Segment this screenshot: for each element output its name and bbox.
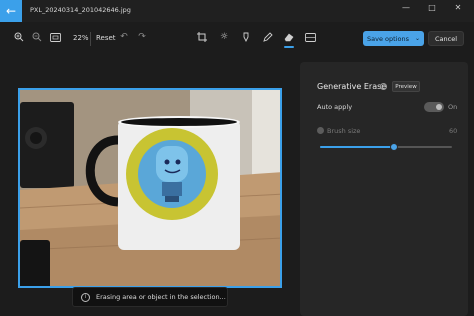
toolbar-divider — [90, 32, 91, 46]
back-button[interactable]: ← — [0, 0, 22, 22]
save-options-button[interactable]: Save options ⌄ — [363, 31, 424, 46]
fit-to-window-button[interactable] — [49, 31, 61, 43]
generative-erase-panel — [300, 62, 468, 316]
redo-icon: ↷ — [138, 32, 146, 42]
save-options-label: Save options — [367, 34, 409, 43]
background-tool-button[interactable] — [304, 31, 316, 43]
filter-icon — [243, 32, 249, 42]
cancel-button[interactable]: Cancel — [428, 31, 464, 46]
info-icon: i — [81, 292, 90, 302]
preview-button[interactable]: Preview — [392, 81, 420, 92]
zoom-out-icon — [32, 32, 42, 42]
background-icon — [304, 32, 316, 42]
close-button[interactable]: ✕ — [446, 0, 470, 14]
pen-icon — [263, 32, 273, 42]
brush-size-value: 60 — [449, 127, 458, 135]
toast-message: Erasing area or object in the selection.… — [96, 293, 226, 301]
brush-size-slider-thumb[interactable] — [390, 143, 398, 151]
minimize-icon: — — [402, 2, 410, 12]
active-tool-indicator — [284, 46, 294, 48]
maximize-button[interactable]: □ — [420, 0, 444, 14]
brush-size-slider-fill — [320, 146, 394, 148]
panel-title: Generative Erase — [317, 82, 387, 91]
fit-window-icon — [49, 32, 61, 42]
erase-tool-button[interactable] — [283, 31, 295, 43]
eraser-icon — [284, 33, 294, 42]
auto-apply-label: Auto apply — [317, 103, 353, 111]
markup-tool-button[interactable] — [262, 31, 274, 43]
title-bar: ← PXL_20240314_201042646.jpg — □ ✕ — [0, 0, 474, 22]
reset-button[interactable]: Reset — [96, 34, 116, 42]
minimize-button[interactable]: — — [394, 0, 418, 14]
toggle-knob — [436, 104, 442, 110]
brush-size-label: Brush size — [327, 127, 361, 135]
zoom-level: 22% — [73, 34, 89, 42]
zoom-in-icon — [14, 32, 24, 42]
brush-icon — [317, 127, 324, 134]
maximize-icon: □ — [428, 2, 436, 12]
arrow-left-icon: ← — [5, 4, 17, 18]
crop-tool-button[interactable] — [196, 31, 208, 43]
photo-canvas[interactable] — [18, 88, 282, 288]
brightness-icon: ☼ — [219, 32, 229, 42]
photo-image — [20, 90, 280, 286]
chevron-down-icon: ⌄ — [414, 35, 420, 42]
auto-apply-state: On — [448, 103, 458, 111]
redo-button[interactable]: ↷ — [136, 31, 148, 43]
status-toast: i Erasing area or object in the selectio… — [72, 287, 228, 307]
crop-icon — [197, 32, 207, 42]
window-title: PXL_20240314_201042646.jpg — [30, 6, 131, 14]
zoom-in-button[interactable] — [13, 31, 25, 43]
auto-apply-toggle[interactable] — [424, 102, 444, 112]
info-icon[interactable]: i — [380, 83, 387, 90]
undo-button[interactable]: ↶ — [118, 31, 130, 43]
filter-tool-button[interactable] — [240, 31, 252, 43]
close-icon: ✕ — [454, 2, 462, 12]
zoom-out-button[interactable] — [31, 31, 43, 43]
adjust-tool-button[interactable]: ☼ — [218, 31, 230, 43]
undo-icon: ↶ — [120, 32, 128, 42]
